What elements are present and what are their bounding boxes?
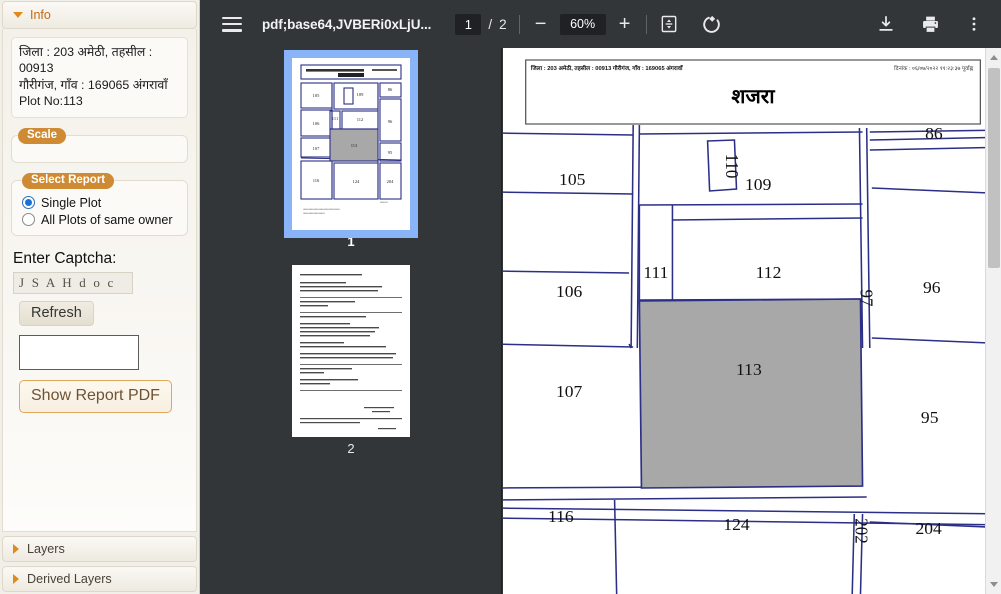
radio-single-plot-label: Single Plot — [41, 195, 102, 210]
plot-label-95: 95 — [921, 408, 939, 427]
chevron-right-icon-2 — [13, 574, 19, 584]
panel-title-derived-layers: Derived Layers — [27, 572, 112, 586]
captcha-image: J S A H d o c — [13, 271, 133, 294]
radio-option-single-plot[interactable]: Single Plot — [22, 196, 179, 210]
svg-text:105: 105 — [313, 93, 321, 98]
panel-header-layers[interactable]: Layers — [2, 536, 197, 562]
select-report-legend: Select Report — [22, 172, 115, 189]
svg-text:•••••••••: ••••••••• — [380, 201, 388, 204]
plot-label-124: 124 — [723, 515, 750, 534]
scroll-up-arrow-icon[interactable] — [990, 55, 998, 60]
zoom-out-button[interactable]: − — [532, 14, 550, 34]
pdf-page-area[interactable]: जिला : 203 अमेठी, तहसील : 00913 गौरीगंज,… — [503, 48, 1001, 594]
select-report-fieldset: Select Report Single Plot All Plots of s… — [11, 172, 188, 236]
highlighted-plot-113 — [638, 298, 864, 489]
scale-legend: Scale — [18, 127, 67, 144]
plot-label-116: 116 — [548, 507, 574, 526]
panel-title-layers: Layers — [27, 542, 65, 556]
svg-text:112: 112 — [357, 117, 364, 122]
hamburger-icon[interactable] — [222, 16, 242, 32]
scroll-down-arrow-icon[interactable] — [990, 582, 998, 587]
download-icon[interactable] — [876, 14, 896, 34]
radio-option-all-plots[interactable]: All Plots of same owner — [22, 213, 179, 227]
plot-label-202: 202 — [851, 518, 870, 543]
thumbnail-rail[interactable]: 105 106 107 109 111 112 113 86 96 95 116 124 2… — [200, 48, 502, 594]
plot-label-113: 113 — [736, 360, 762, 379]
plot-label-111: 111 — [643, 263, 668, 282]
svg-text:107: 107 — [313, 146, 321, 151]
print-icon[interactable] — [920, 14, 941, 35]
svg-text:106: 106 — [313, 121, 321, 126]
show-report-pdf-button[interactable]: Show Report PDF — [19, 379, 172, 413]
plot-label-105: 105 — [559, 170, 585, 189]
scale-fieldset: Scale — [11, 127, 188, 163]
zoom-level-value: 60% — [559, 13, 606, 35]
toolbar-divider-2 — [645, 14, 647, 34]
plot-label-109: 109 — [745, 175, 771, 194]
svg-text:86: 86 — [388, 87, 393, 92]
thumbnail-label-2: 2 — [347, 441, 355, 456]
shajra-cadastral-map: जिला : 203 अमेठी, तहसील : 00913 गौरीगंज,… — [503, 48, 1001, 594]
page-number-input[interactable] — [455, 13, 482, 35]
svg-text:109: 109 — [357, 92, 365, 97]
plot-label-96: 96 — [923, 278, 941, 297]
zoom-controls: − 60% + — [532, 13, 634, 35]
chevron-right-icon — [13, 544, 19, 554]
panel-title-info: Info — [30, 8, 51, 22]
svg-text:••••••••••••••••••••••••••: •••••••••••••••••••••••••• — [303, 212, 325, 215]
svg-text:204: 204 — [387, 179, 395, 184]
viewer-vertical-scrollbar[interactable] — [985, 48, 1001, 594]
plot-label-86: 86 — [925, 124, 943, 143]
document-title: pdf;base64,JVBERi0xLjU... — [262, 16, 432, 32]
pdf-toolbar: pdf;base64,JVBERi0xLjU... / 2 − 60% + — [200, 0, 1001, 48]
svg-text:95: 95 — [388, 150, 393, 155]
radio-all-plots-label: All Plots of same owner — [41, 212, 173, 227]
svg-text:113: 113 — [351, 143, 358, 148]
scrollbar-thumb[interactable] — [988, 68, 1000, 268]
rotate-icon[interactable] — [701, 13, 723, 35]
application-window: Info जिला : 203 अमेठी, तहसील : 00913 गौर… — [0, 0, 1001, 594]
plot-detail-line-3: Plot No:113 — [19, 94, 83, 109]
plot-label-110: 110 — [722, 154, 741, 179]
plot-details-box: जिला : 203 अमेठी, तहसील : 00913 गौरीगंज,… — [11, 37, 188, 118]
thumbnail-page-2[interactable] — [292, 265, 410, 437]
thumbnail-page-1[interactable]: 105 106 107 109 111 112 113 86 96 95 116 124 2… — [284, 50, 418, 238]
plot-label-204: 204 — [916, 519, 943, 538]
page-total: 2 — [499, 16, 507, 32]
document-title-shajra: शजरा — [731, 86, 775, 108]
left-sidebar: Info जिला : 203 अमेठी, तहसील : 00913 गौर… — [0, 0, 200, 594]
radio-single-plot-icon[interactable] — [22, 196, 35, 209]
plot-label-106: 106 — [556, 282, 583, 301]
plot-detail-line-2: गौरीगंज, गाँव : 169065 अंगरावाँ — [19, 77, 168, 92]
svg-text:111: 111 — [332, 116, 338, 121]
chevron-down-icon — [13, 12, 23, 18]
svg-text:124: 124 — [353, 179, 361, 184]
page-navigation: / 2 — [455, 13, 507, 35]
captcha-input[interactable] — [19, 334, 139, 370]
plot-label-107: 107 — [556, 382, 583, 401]
document-header-right: दिनांक : ०६/०७/२०२२ ११:२३:३७ पूर्वाह्न — [894, 65, 974, 72]
page-separator: / — [488, 16, 493, 32]
toolbar-actions — [876, 14, 983, 35]
more-options-icon[interactable] — [965, 14, 983, 34]
radio-all-plots-icon[interactable] — [22, 213, 35, 226]
toolbar-divider-1 — [518, 14, 520, 34]
pdf-viewer: pdf;base64,JVBERi0xLjU... / 2 − 60% + — [200, 0, 1001, 594]
fit-to-page-icon[interactable] — [659, 14, 679, 34]
refresh-captcha-button[interactable]: Refresh — [19, 300, 94, 326]
document-header-left: जिला : 203 अमेठी, तहसील : 00913 गौरीगंज,… — [530, 64, 684, 72]
svg-text:••••••••••••••••••••••••••••••: ••••••••••••••••••••••••••••••••••••••••… — [303, 208, 340, 211]
panel-header-derived-layers[interactable]: Derived Layers — [2, 566, 197, 592]
scale-value — [16, 148, 183, 158]
info-panel-body: जिला : 203 अमेठी, तहसील : 00913 गौरीगंज,… — [2, 29, 197, 532]
captcha-label: Enter Captcha: — [13, 249, 117, 267]
thumbnail-label-1: 1 — [347, 234, 355, 249]
panel-header-info[interactable]: Info — [2, 1, 197, 29]
plot-label-112: 112 — [756, 263, 782, 282]
svg-text:96: 96 — [388, 119, 393, 124]
plot-label-97: 97 — [856, 290, 875, 307]
svg-text:116: 116 — [313, 178, 320, 183]
zoom-in-button[interactable]: + — [616, 14, 634, 34]
plot-detail-line-1: जिला : 203 अमेठी, तहसील : 00913 — [19, 45, 153, 76]
